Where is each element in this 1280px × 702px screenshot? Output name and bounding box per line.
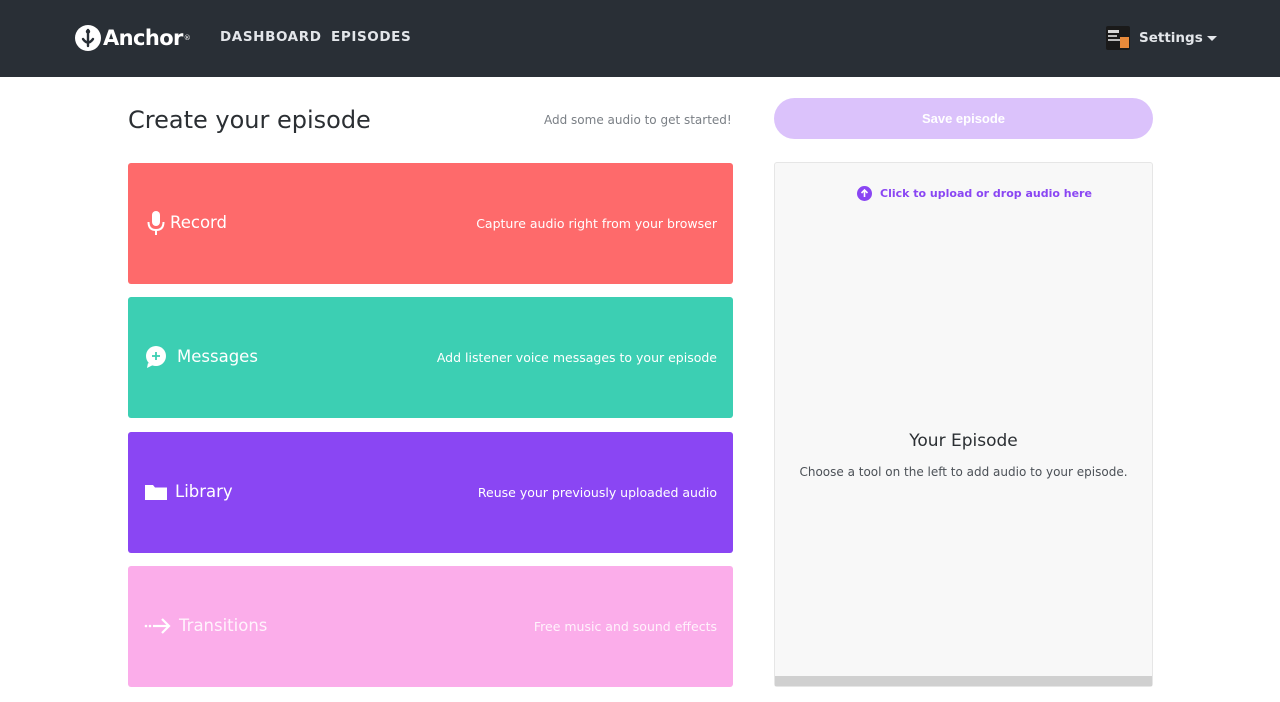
top-navigation-bar: Anchor ® DASHBOARD EPISODES Settings xyxy=(0,0,1280,77)
library-tool-label: Library xyxy=(175,482,233,501)
anchor-logo[interactable]: Anchor ® xyxy=(75,24,191,52)
nav-episodes-link[interactable]: EPISODES xyxy=(331,29,411,45)
transitions-tool-card[interactable]: Transitions Free music and sound effects xyxy=(128,566,733,687)
microphone-icon xyxy=(147,211,165,235)
transitions-tool-description: Free music and sound effects xyxy=(533,619,717,634)
message-plus-icon xyxy=(146,346,166,368)
page-hint: Add some audio to get started! xyxy=(544,113,732,127)
messages-tool-description: Add listener voice messages to your epis… xyxy=(436,350,717,365)
folder-icon xyxy=(145,485,167,500)
save-episode-button[interactable]: Save episode xyxy=(774,98,1153,139)
messages-tool-label: Messages xyxy=(177,347,258,366)
settings-label: Settings xyxy=(1139,30,1203,46)
transitions-tool-label: Transitions xyxy=(179,616,268,635)
page-title: Create your episode xyxy=(128,106,371,134)
nav-dashboard-link[interactable]: DASHBOARD xyxy=(220,29,322,45)
podcast-avatar xyxy=(1106,26,1130,50)
library-tool-card[interactable]: Library Reuse your previously uploaded a… xyxy=(128,432,733,553)
upload-audio-link[interactable]: Click to upload or drop audio here xyxy=(857,186,1092,201)
messages-tool-card[interactable]: Messages Add listener voice messages to … xyxy=(128,297,733,418)
record-tool-label: Record xyxy=(170,213,228,232)
episode-panel[interactable]: Click to upload or drop audio here Your … xyxy=(774,162,1153,687)
record-tool-description: Capture audio right from your browser xyxy=(476,216,717,231)
upload-icon xyxy=(857,186,872,201)
transition-arrow-icon xyxy=(144,618,171,634)
settings-menu[interactable]: Settings xyxy=(1106,25,1217,51)
episode-title: Your Episode xyxy=(909,431,1018,451)
anchor-logo-icon xyxy=(75,25,101,51)
logo-text: Anchor xyxy=(103,26,183,50)
library-tool-description: Reuse your previously uploaded audio xyxy=(477,485,717,500)
record-tool-card[interactable]: Record Capture audio right from your bro… xyxy=(128,163,733,284)
chevron-down-icon xyxy=(1206,35,1217,41)
upload-text: Click to upload or drop audio here xyxy=(880,187,1092,200)
logo-registered-mark: ® xyxy=(183,34,191,42)
panel-footer-bar xyxy=(775,676,1152,686)
episode-subtitle: Choose a tool on the left to add audio t… xyxy=(799,465,1128,479)
